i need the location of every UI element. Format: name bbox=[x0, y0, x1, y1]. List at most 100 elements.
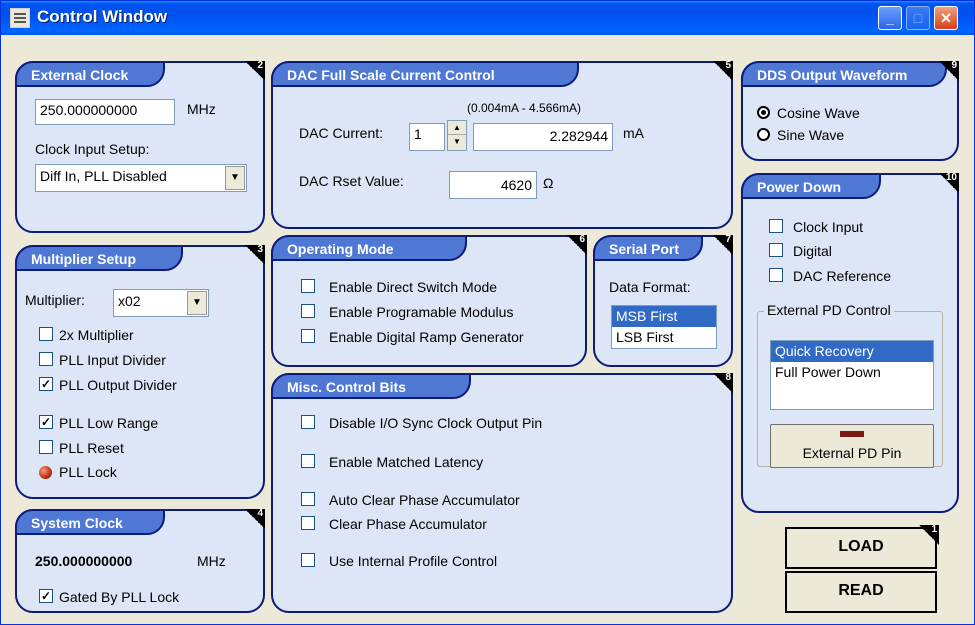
checkbox-2x-multiplier[interactable]: 2x Multiplier bbox=[39, 327, 134, 343]
panel-number-badge: 4 bbox=[245, 509, 265, 529]
dac-current-input[interactable]: 2.282944 bbox=[473, 123, 613, 151]
external-pd-pin-button[interactable]: External PD Pin bbox=[770, 424, 934, 468]
multiplier-setup-panel: Multiplier Setup 3 Multiplier: x02 ▼ 2x M… bbox=[15, 245, 265, 499]
maximize-button: □ bbox=[906, 6, 930, 30]
checkmark-icon[interactable]: ✓ bbox=[39, 377, 53, 391]
multiplier-select[interactable]: x02 ▼ bbox=[113, 289, 209, 317]
minimize-button[interactable]: _ bbox=[878, 6, 902, 30]
checkbox-digital[interactable]: Digital bbox=[769, 243, 832, 259]
control-window: Control Window _ □ ✕ External Clock 2 25… bbox=[0, 0, 975, 625]
data-format-list[interactable]: MSB First LSB First bbox=[611, 305, 717, 349]
checkbox-label: Gated By PLL Lock bbox=[59, 589, 180, 605]
checkmark-icon[interactable]: ✓ bbox=[39, 415, 53, 429]
data-format-label: Data Format: bbox=[609, 279, 691, 295]
external-clock-unit: MHz bbox=[187, 101, 216, 117]
checkbox-internal-profile[interactable]: Use Internal Profile Control bbox=[301, 553, 497, 569]
list-item-lsb-first[interactable]: LSB First bbox=[612, 327, 716, 348]
serial-port-panel: Serial Port 7 Data Format: MSB First LSB… bbox=[593, 235, 733, 367]
checkbox-clock-input[interactable]: Clock Input bbox=[769, 219, 863, 235]
checkbox-auto-clear-phase[interactable]: Auto Clear Phase Accumulator bbox=[301, 492, 520, 508]
read-button-label: READ bbox=[838, 582, 884, 599]
pll-lock-led-icon bbox=[39, 466, 52, 479]
checkbox-box[interactable] bbox=[301, 279, 315, 293]
radio-icon[interactable] bbox=[757, 128, 770, 141]
checkbox-label: Use Internal Profile Control bbox=[329, 553, 498, 569]
checkbox-box[interactable] bbox=[301, 304, 315, 318]
checkbox-label: Enable Programable Modulus bbox=[329, 304, 514, 320]
checkbox-box[interactable] bbox=[301, 415, 315, 429]
panel-number-badge: 8 bbox=[713, 373, 733, 393]
list-item-quick-recovery[interactable]: Quick Recovery bbox=[771, 341, 933, 362]
dac-panel: DAC Full Scale Current Control 5 (0.004m… bbox=[271, 61, 733, 229]
multiplier-label: Multiplier: bbox=[25, 292, 85, 308]
dac-step-input[interactable]: 1 bbox=[409, 123, 445, 151]
close-button[interactable]: ✕ bbox=[934, 6, 958, 30]
title-bar[interactable]: Control Window _ □ ✕ bbox=[1, 1, 974, 35]
checkbox-label: Digital bbox=[793, 243, 832, 259]
system-clock-value: 250.000000000 bbox=[35, 553, 133, 569]
clock-input-setup-label: Clock Input Setup: bbox=[35, 141, 150, 157]
checkbox-direct-switch-mode[interactable]: Enable Direct Switch Mode bbox=[301, 279, 497, 295]
checkbox-programable-modulus[interactable]: Enable Programable Modulus bbox=[301, 304, 513, 320]
external-pd-control-list[interactable]: Quick Recovery Full Power Down bbox=[770, 340, 934, 410]
load-button[interactable]: LOAD bbox=[785, 527, 937, 569]
checkbox-disable-io-sync[interactable]: Disable I/O Sync Clock Output Pin bbox=[301, 415, 542, 431]
checkbox-pll-low-range[interactable]: ✓ PLL Low Range bbox=[39, 415, 158, 431]
checkbox-box[interactable] bbox=[301, 454, 315, 468]
checkbox-label: Clear Phase Accumulator bbox=[329, 516, 487, 532]
checkbox-label: PLL Input Divider bbox=[59, 352, 166, 368]
radio-selected-icon[interactable] bbox=[757, 106, 770, 119]
misc-control-bits-title: Misc. Control Bits bbox=[271, 373, 471, 399]
checkbox-label: DAC Reference bbox=[793, 268, 892, 284]
checkbox-label: Disable I/O Sync Clock Output Pin bbox=[329, 415, 543, 431]
checkbox-label: PLL Output Divider bbox=[59, 377, 177, 393]
checkbox-clear-phase[interactable]: Clear Phase Accumulator bbox=[301, 516, 487, 532]
read-button[interactable]: READ bbox=[785, 571, 937, 613]
external-pd-pin-label: External PD Pin bbox=[802, 445, 902, 461]
panel-number-badge: 7 bbox=[713, 235, 733, 255]
chevron-down-icon[interactable]: ▼ bbox=[187, 291, 207, 315]
checkbox-box[interactable] bbox=[39, 352, 53, 366]
dac-current-unit: mA bbox=[623, 125, 644, 141]
checkbox-pll-reset[interactable]: PLL Reset bbox=[39, 440, 124, 456]
radio-sine-wave[interactable]: Sine Wave bbox=[757, 127, 844, 143]
clock-input-setup-value: Diff In, PLL Disabled bbox=[40, 168, 167, 184]
multiplier-value: x02 bbox=[118, 293, 141, 309]
operating-mode-panel: Operating Mode 6 Enable Direct Switch Mo… bbox=[271, 235, 587, 367]
checkbox-box[interactable] bbox=[301, 492, 315, 506]
checkbox-box[interactable] bbox=[301, 516, 315, 530]
external-clock-input[interactable]: 250.000000000 bbox=[35, 99, 175, 125]
radio-cosine-wave[interactable]: Cosine Wave bbox=[757, 105, 860, 121]
checkbox-matched-latency[interactable]: Enable Matched Latency bbox=[301, 454, 483, 470]
checkbox-box[interactable] bbox=[769, 243, 783, 257]
radio-label: Cosine Wave bbox=[777, 105, 860, 121]
dac-rset-input[interactable]: 4620 bbox=[449, 171, 537, 199]
checkbox-pll-output-divider[interactable]: ✓ PLL Output Divider bbox=[39, 377, 177, 393]
checkbox-box[interactable] bbox=[39, 440, 53, 454]
checkbox-label: PLL Reset bbox=[59, 440, 124, 456]
checkbox-digital-ramp-generator[interactable]: Enable Digital Ramp Generator bbox=[301, 329, 524, 345]
checkbox-box[interactable] bbox=[301, 553, 315, 567]
list-item-msb-first[interactable]: MSB First bbox=[612, 306, 716, 327]
checkbox-box[interactable] bbox=[301, 329, 315, 343]
checkmark-icon[interactable]: ✓ bbox=[39, 589, 53, 603]
external-clock-title: External Clock bbox=[15, 61, 165, 87]
panel-number-badge: 3 bbox=[245, 245, 265, 265]
checkbox-dac-reference[interactable]: DAC Reference bbox=[769, 268, 891, 284]
chevron-down-icon[interactable]: ▼ bbox=[448, 135, 466, 149]
chevron-up-icon[interactable]: ▲ bbox=[448, 121, 466, 135]
system-clock-panel: System Clock 4 250.000000000 MHz ✓ Gated … bbox=[15, 509, 265, 613]
clock-input-setup-select[interactable]: Diff In, PLL Disabled ▼ bbox=[35, 164, 247, 192]
checkbox-box[interactable] bbox=[769, 219, 783, 233]
checkbox-gated-by-pll-lock[interactable]: ✓ Gated By PLL Lock bbox=[39, 589, 179, 605]
misc-control-bits-panel: Misc. Control Bits 8 Disable I/O Sync Cl… bbox=[271, 373, 733, 613]
panel-number-badge: 9 bbox=[939, 61, 959, 81]
chevron-down-icon[interactable]: ▼ bbox=[225, 166, 245, 190]
radio-label: Sine Wave bbox=[777, 127, 845, 143]
multiplier-setup-title: Multiplier Setup bbox=[15, 245, 183, 271]
checkbox-box[interactable] bbox=[39, 327, 53, 341]
list-item-full-power-down[interactable]: Full Power Down bbox=[771, 362, 933, 383]
checkbox-box[interactable] bbox=[769, 268, 783, 282]
checkbox-pll-input-divider[interactable]: PLL Input Divider bbox=[39, 352, 166, 368]
dac-current-stepper[interactable]: ▲ ▼ bbox=[447, 120, 467, 151]
